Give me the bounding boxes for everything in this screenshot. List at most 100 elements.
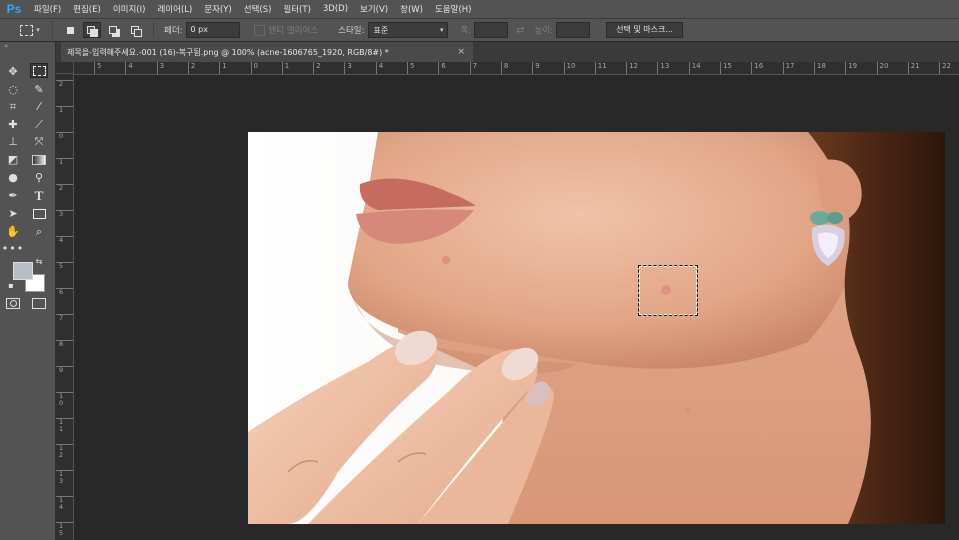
crop-tool-icon[interactable]: ⌗ bbox=[4, 99, 22, 114]
add-selection-icon bbox=[87, 25, 98, 37]
width-input[interactable] bbox=[474, 22, 509, 38]
screen-mode-icon[interactable] bbox=[30, 296, 48, 311]
ruler-top-tick: 4 bbox=[125, 62, 133, 74]
ruler-left-tick: 10 bbox=[56, 392, 73, 407]
ruler-left-tick: 9 bbox=[56, 366, 73, 374]
width-label: 폭: bbox=[460, 26, 472, 36]
photoshop-logo[interactable]: Ps bbox=[0, 2, 28, 16]
intersect-selection-icon bbox=[131, 25, 142, 37]
menu-select[interactable]: 선택(S) bbox=[238, 3, 278, 15]
horizontal-ruler[interactable]: 5 4 3 2 1 0 1 2 3 4 5 6 7 8 9 10 11 12 13 14 15 16 17 18 19 20 21 2… bbox=[74, 62, 959, 75]
menu-image[interactable]: 이미지(I) bbox=[107, 3, 152, 15]
menu-file[interactable]: 파일(F) bbox=[28, 3, 67, 15]
menu-layer[interactable]: 레이어(L) bbox=[151, 3, 198, 15]
move-tool-icon[interactable]: ✥ bbox=[4, 64, 22, 79]
chevron-down-icon: ▾ bbox=[439, 26, 444, 34]
height-input[interactable] bbox=[556, 22, 591, 38]
menu-3d[interactable]: 3D(D) bbox=[317, 4, 354, 14]
menu-view[interactable]: 보기(V) bbox=[354, 3, 394, 15]
ruler-top-tick: 2 bbox=[187, 62, 195, 74]
ruler-left-tick: 2 bbox=[56, 184, 73, 192]
ruler-top-tick: 4 bbox=[375, 62, 383, 74]
ruler-top-tick: 0 bbox=[250, 62, 258, 74]
ruler-top-tick: 5 bbox=[94, 62, 101, 74]
ruler-top-tick: 3 bbox=[156, 62, 164, 74]
ruler-top-tick: 14 bbox=[688, 62, 701, 74]
ruler-left-tick: 2 bbox=[56, 80, 73, 88]
style-label: 스타일: bbox=[338, 26, 365, 36]
quick-mask-icon[interactable] bbox=[4, 296, 22, 311]
intersect-selection-button[interactable] bbox=[127, 22, 145, 38]
menu-type[interactable]: 문자(Y) bbox=[198, 3, 237, 15]
foreground-color-swatch[interactable] bbox=[13, 262, 33, 280]
ruler-top-tick: 15 bbox=[720, 62, 732, 74]
zoom-tool-icon[interactable]: ⌕ bbox=[30, 224, 48, 239]
add-to-selection-button[interactable] bbox=[83, 22, 101, 38]
style-select[interactable]: 표준 ▾ bbox=[368, 22, 449, 38]
ruler-top-tick: 10 bbox=[563, 62, 575, 74]
close-icon[interactable]: × bbox=[457, 47, 465, 57]
quick-select-tool-icon[interactable]: ✎ bbox=[30, 82, 48, 97]
path-select-tool-icon[interactable]: ➤ bbox=[4, 206, 22, 221]
new-selection-button[interactable] bbox=[61, 22, 79, 38]
hand-tool-icon[interactable]: ✋ bbox=[4, 224, 22, 239]
ruler-top-tick: 2 bbox=[313, 62, 321, 74]
menu-filter[interactable]: 필터(T) bbox=[277, 3, 316, 15]
selection-marquee[interactable] bbox=[638, 265, 698, 316]
ruler-top-tick: 7 bbox=[469, 62, 477, 74]
ruler-left-tick: 11 bbox=[56, 418, 73, 433]
blur-tool-icon[interactable]: ● bbox=[4, 170, 22, 185]
ruler-top-tick: 13 bbox=[657, 62, 669, 74]
ruler-top-tick: 1 bbox=[219, 62, 227, 74]
select-and-mask-button[interactable]: 선택 및 마스크... bbox=[606, 22, 683, 38]
eraser-tool-icon[interactable]: ◩ bbox=[4, 152, 22, 167]
lasso-tool-icon[interactable]: ◌ bbox=[4, 82, 22, 97]
ruler-origin[interactable] bbox=[56, 62, 74, 74]
menu-edit[interactable]: 편집(E) bbox=[67, 3, 107, 15]
healing-brush-tool-icon[interactable]: ✚ bbox=[4, 117, 22, 132]
menu-bar: Ps 파일(F) 편집(E) 이미지(I) 레이어(L) 문자(Y) 선택(S)… bbox=[0, 0, 959, 18]
ruler-top-tick: 20 bbox=[876, 62, 888, 74]
ruler-top-tick: 17 bbox=[782, 62, 795, 74]
gradient-tool-icon[interactable] bbox=[30, 152, 48, 167]
ruler-top-tick: 12 bbox=[626, 62, 638, 74]
type-tool-icon[interactable]: T bbox=[30, 188, 48, 203]
panel-grip-icon[interactable]: « bbox=[0, 42, 55, 50]
document-tab-title: 제목을-입력해주세요.-001 (16)-복구됨.png @ 100% (acn… bbox=[67, 47, 389, 57]
ruler-top-tick: 22 bbox=[939, 62, 951, 74]
ruler-left-tick: 3 bbox=[56, 210, 73, 218]
ruler-top-tick: 8 bbox=[500, 62, 508, 74]
style-value: 표준 bbox=[373, 25, 389, 35]
more-tools-icon[interactable]: ••• bbox=[2, 241, 23, 256]
rect-marquee-icon bbox=[20, 24, 34, 36]
ruler-top-tick: 16 bbox=[751, 62, 763, 74]
subtract-selection-button[interactable] bbox=[105, 22, 123, 38]
clone-stamp-tool-icon[interactable]: ⊥ bbox=[4, 134, 22, 149]
swap-dimensions-icon[interactable]: ⇄ bbox=[516, 25, 524, 36]
ruler-top-tick: 21 bbox=[907, 62, 920, 74]
ruler-left-tick: 15 bbox=[56, 522, 73, 537]
selection-modes bbox=[61, 22, 154, 38]
document-image[interactable] bbox=[248, 132, 945, 524]
brush-tool-icon[interactable]: ⟋ bbox=[30, 117, 48, 132]
pen-tool-icon[interactable]: ✒ bbox=[4, 188, 22, 203]
history-brush-tool-icon[interactable]: ⤧ bbox=[30, 134, 48, 149]
feather-input[interactable]: 0 px bbox=[185, 22, 240, 38]
document-tab[interactable]: 제목을-입력해주세요.-001 (16)-복구됨.png @ 100% (acn… bbox=[61, 42, 473, 62]
tools-panel: « ✥ ◌ ✎ ⌗ ⁄ ✚ ⟋ ⊥ ⤧ ◩ ● ⚲ ✒ T ➤ ✋ ⌕ ••• … bbox=[0, 42, 56, 540]
document-tabs: 제목을-입력해주세요.-001 (16)-복구됨.png @ 100% (acn… bbox=[56, 42, 959, 62]
tool-preset-picker[interactable]: ▾ bbox=[8, 21, 53, 39]
antialias-checkbox[interactable] bbox=[253, 24, 265, 36]
ruler-top-tick: 5 bbox=[407, 62, 414, 74]
menu-window[interactable]: 창(W) bbox=[394, 3, 429, 15]
dodge-tool-icon[interactable]: ⚲ bbox=[30, 170, 48, 185]
vertical-ruler[interactable]: 210123456789101112131415 bbox=[56, 74, 74, 540]
menu-help[interactable]: 도움말(H) bbox=[429, 3, 477, 15]
swap-colors-icon[interactable]: ⇆ bbox=[34, 256, 44, 266]
eyedropper-tool-icon[interactable]: ⁄ bbox=[30, 99, 48, 114]
ruler-left-tick: 14 bbox=[56, 496, 73, 511]
default-colors-icon[interactable]: ▪ bbox=[6, 280, 16, 290]
ruler-left-tick: 8 bbox=[56, 340, 73, 348]
rectangle-tool-icon[interactable] bbox=[30, 206, 48, 221]
marquee-tool-icon[interactable] bbox=[30, 63, 48, 78]
